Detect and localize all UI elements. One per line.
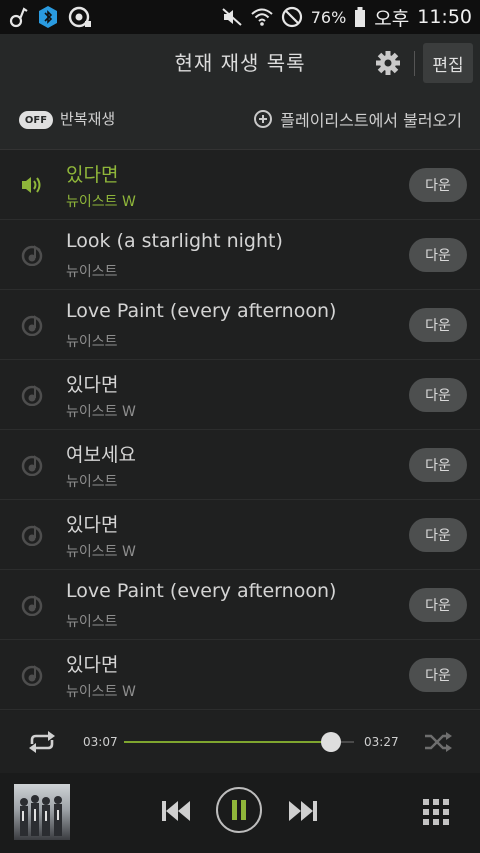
track-artist: 뉴이스트	[66, 264, 118, 280]
music-note-icon	[8, 6, 28, 28]
track-artist: 뉴이스트 W	[66, 194, 136, 210]
track-artist: 뉴이스트 W	[66, 404, 136, 420]
battery-icon	[354, 6, 366, 28]
music-disc-icon	[20, 454, 46, 477]
pause-icon-bar	[232, 800, 237, 820]
edit-button[interactable]: 편집	[423, 43, 473, 83]
download-button[interactable]: 다운	[409, 518, 467, 552]
track-artist: 뉴이스트	[66, 474, 118, 490]
status-time: 11:50	[417, 6, 472, 28]
music-disc-icon	[20, 524, 46, 547]
next-icon[interactable]	[287, 798, 319, 824]
download-button[interactable]: 다운	[409, 308, 467, 342]
track-artist: 뉴이스트	[66, 334, 118, 350]
track-title: 있다면	[66, 374, 119, 396]
track-artist: 뉴이스트 W	[66, 544, 136, 560]
progress-bar-area: 03:07 03:27	[0, 711, 480, 773]
status-bar-left	[8, 5, 92, 29]
music-disc-icon	[20, 244, 46, 267]
track-title: Love Paint (every afternoon)	[66, 300, 337, 322]
download-button[interactable]: 다운	[409, 658, 467, 692]
blocked-icon	[281, 6, 303, 28]
track-title: 있다면	[66, 654, 119, 676]
download-button[interactable]: 다운	[409, 238, 467, 272]
seek-thumb[interactable]	[321, 732, 341, 752]
album-art[interactable]	[14, 784, 70, 840]
options-bar: OFF 반복재생 플레이리스트에서 불러오기	[0, 92, 480, 150]
download-button[interactable]: 다운	[409, 448, 467, 482]
total-time: 03:27	[364, 735, 399, 749]
mute-icon	[221, 7, 243, 27]
track-title: 있다면	[66, 164, 119, 186]
grid-menu-icon[interactable]	[423, 799, 449, 825]
seek-bar[interactable]	[124, 732, 354, 752]
page-title: 현재 재생 목록	[174, 51, 306, 75]
download-button[interactable]: 다운	[409, 168, 467, 202]
gear-icon[interactable]	[375, 50, 401, 76]
previous-icon[interactable]	[160, 798, 192, 824]
list-item[interactable]: 있다면 뉴이스트 W 다운	[0, 640, 480, 710]
music-disc-icon	[20, 314, 46, 337]
status-bar-right: 76% 오후 11:50	[221, 4, 472, 31]
track-artist: 뉴이스트	[66, 614, 118, 630]
pause-button[interactable]	[216, 787, 262, 833]
battery-percent: 76%	[310, 7, 347, 27]
track-title: Look (a starlight night)	[66, 230, 283, 252]
repeat-label: 반복재생	[60, 110, 116, 128]
record-icon	[68, 6, 92, 28]
music-disc-icon	[20, 384, 46, 407]
status-bar: 76% 오후 11:50	[0, 0, 480, 34]
header-divider	[414, 51, 415, 76]
add-circle-icon	[254, 110, 273, 128]
pause-icon-bar	[241, 800, 246, 820]
load-playlist-button[interactable]: 플레이리스트에서 불러오기	[254, 107, 462, 131]
shuffle-icon[interactable]	[423, 730, 453, 754]
track-title: Love Paint (every afternoon)	[66, 580, 337, 602]
download-button[interactable]: 다운	[409, 378, 467, 412]
seek-bar-fill	[124, 741, 331, 743]
list-item[interactable]: 있다면 뉴이스트 W 다운	[0, 360, 480, 430]
playlist: 있다면 뉴이스트 W 다운 Look (a starlight night) 뉴…	[0, 150, 480, 710]
list-item[interactable]: 있다면 뉴이스트 W 다운	[0, 500, 480, 570]
repeat-toggle[interactable]: OFF	[19, 111, 53, 129]
bluetooth-icon	[36, 5, 60, 29]
track-artist: 뉴이스트 W	[66, 684, 136, 700]
wifi-icon	[251, 7, 273, 27]
status-ampm: 오후	[374, 7, 410, 30]
list-item[interactable]: 여보세요 뉴이스트 다운	[0, 430, 480, 500]
list-item[interactable]: 있다면 뉴이스트 W 다운	[0, 150, 480, 220]
list-item[interactable]: Love Paint (every afternoon) 뉴이스트 다운	[0, 290, 480, 360]
track-title: 있다면	[66, 514, 119, 536]
repeat-icon[interactable]	[26, 730, 58, 754]
load-playlist-label: 플레이리스트에서 불러오기	[280, 111, 462, 130]
music-disc-icon	[20, 664, 46, 687]
player-controls	[0, 773, 480, 853]
download-button[interactable]: 다운	[409, 588, 467, 622]
current-time: 03:07	[83, 735, 118, 749]
track-title: 여보세요	[66, 444, 136, 466]
list-item[interactable]: Look (a starlight night) 뉴이스트 다운	[0, 220, 480, 290]
speaker-icon	[20, 174, 46, 196]
music-disc-icon	[20, 594, 46, 617]
list-item[interactable]: Love Paint (every afternoon) 뉴이스트 다운	[0, 570, 480, 640]
header-bar: 현재 재생 목록 편집	[0, 34, 480, 92]
